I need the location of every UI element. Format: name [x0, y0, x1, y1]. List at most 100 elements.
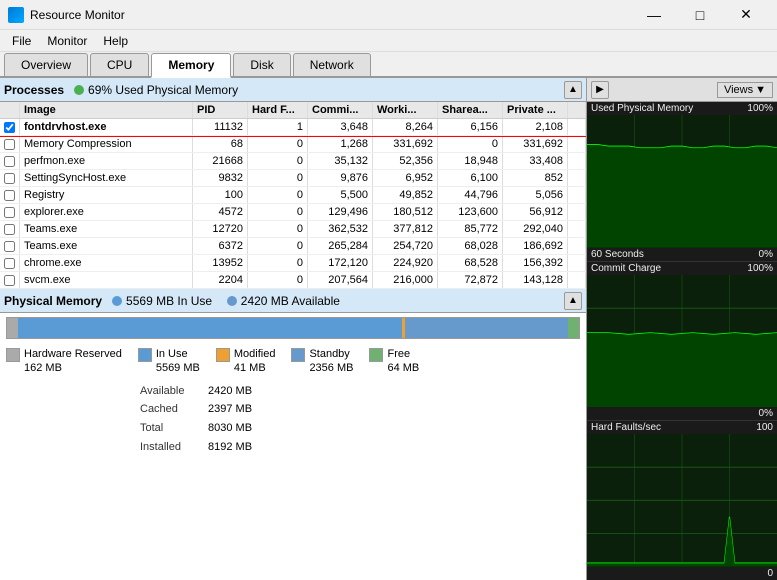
row-checkbox-6[interactable] [0, 221, 20, 237]
row-shared-1: 0 [438, 136, 503, 152]
col-image[interactable]: Image [20, 102, 193, 118]
legend-item-2: Modified41 MB [216, 347, 276, 376]
chart2-bottom-pct: 0% [759, 408, 773, 419]
table-row[interactable]: Memory Compression 68 0 1,268 331,692 0 … [0, 136, 586, 153]
row-commit-0: 3,648 [308, 119, 373, 135]
memory-legend: Hardware Reserved162 MB In Use5569 MB Mo… [0, 343, 586, 378]
status-dot-green [74, 85, 84, 95]
inuse-text: 5569 MB In Use [126, 294, 212, 308]
close-button[interactable]: ✕ [723, 0, 769, 30]
row-hardf-2: 0 [248, 153, 308, 169]
row-scroll-8 [568, 255, 586, 271]
row-checkbox-7[interactable] [0, 238, 20, 254]
row-working-5: 180,512 [373, 204, 438, 220]
chart3-bottom-row: 0 [587, 567, 777, 580]
menu-monitor[interactable]: Monitor [39, 32, 95, 50]
table-row[interactable]: perfmon.exe 21668 0 35,132 52,356 18,948… [0, 153, 586, 170]
legend-text-2: Modified41 MB [234, 347, 276, 376]
col-working[interactable]: Worki... [373, 102, 438, 118]
row-shared-4: 44,796 [438, 187, 503, 203]
row-checkbox-5[interactable] [0, 204, 20, 220]
col-private[interactable]: Private ... [503, 102, 568, 118]
legend-color-0 [6, 348, 20, 362]
row-scroll-2 [568, 153, 586, 169]
chart1-seconds: 60 Seconds [591, 249, 644, 260]
row-hardf-3: 0 [248, 170, 308, 186]
row-checkbox-2[interactable] [0, 153, 20, 169]
tab-disk[interactable]: Disk [233, 53, 290, 76]
table-row[interactable]: SettingSyncHost.exe 9832 0 9,876 6,952 6… [0, 170, 586, 187]
row-image-9: svcm.exe [20, 272, 193, 288]
row-commit-8: 172,120 [308, 255, 373, 271]
col-shared[interactable]: Sharea... [438, 102, 503, 118]
tab-memory[interactable]: Memory [151, 53, 231, 78]
chart1-top-pct: 100% [747, 103, 773, 114]
tab-overview[interactable]: Overview [4, 53, 88, 76]
physical-memory-collapse-button[interactable]: ▲ [564, 292, 582, 310]
charts-collapse-button[interactable]: ▶ [591, 81, 609, 99]
tab-bar: Overview CPU Memory Disk Network [0, 52, 777, 78]
row-checkbox-8[interactable] [0, 255, 20, 271]
row-scroll-9 [568, 272, 586, 288]
chart2-top-pct: 100% [747, 263, 773, 274]
physical-memory-title: Physical Memory [4, 294, 102, 308]
menu-help[interactable]: Help [95, 32, 136, 50]
row-commit-4: 5,500 [308, 187, 373, 203]
legend-text-0: Hardware Reserved162 MB [24, 347, 122, 376]
title-bar: Resource Monitor — □ ✕ [0, 0, 777, 30]
table-row[interactable]: svcm.exe 2204 0 207,564 216,000 72,872 1… [0, 272, 586, 289]
table-row[interactable]: Teams.exe 6372 0 265,284 254,720 68,028 … [0, 238, 586, 255]
stat-value-0: 2420 MB [208, 382, 252, 401]
table-row[interactable]: Teams.exe 12720 0 362,532 377,812 85,772… [0, 221, 586, 238]
row-scroll-7 [568, 238, 586, 254]
minimize-button[interactable]: — [631, 0, 677, 30]
row-working-1: 331,692 [373, 136, 438, 152]
row-private-5: 56,912 [503, 204, 568, 220]
row-private-6: 292,040 [503, 221, 568, 237]
main-content: Processes 69% Used Physical Memory ▲ Ima… [0, 78, 777, 580]
row-checkbox-0[interactable] [0, 119, 20, 135]
row-checkbox-4[interactable] [0, 187, 20, 203]
table-row[interactable]: chrome.exe 13952 0 172,120 224,920 68,52… [0, 255, 586, 272]
processes-collapse-button[interactable]: ▲ [564, 81, 582, 99]
table-row[interactable]: Registry 100 0 5,500 49,852 44,796 5,056 [0, 187, 586, 204]
row-pid-7: 6372 [193, 238, 248, 254]
tab-network[interactable]: Network [293, 53, 371, 76]
views-button[interactable]: Views ▼ [717, 82, 773, 98]
stat-row-3: Installed 8192 MB [140, 438, 580, 457]
legend-item-0: Hardware Reserved162 MB [6, 347, 122, 376]
legend-color-2 [216, 348, 230, 362]
row-pid-5: 4572 [193, 204, 248, 220]
available-text: 2420 MB Available [241, 294, 340, 308]
table-row[interactable]: explorer.exe 4572 0 129,496 180,512 123,… [0, 204, 586, 221]
col-commit[interactable]: Commi... [308, 102, 373, 118]
row-checkbox-9[interactable] [0, 272, 20, 288]
stat-value-1: 2397 MB [208, 400, 252, 419]
menu-file[interactable]: File [4, 32, 39, 50]
col-hardf[interactable]: Hard F... [248, 102, 308, 118]
row-hardf-9: 0 [248, 272, 308, 288]
row-private-3: 852 [503, 170, 568, 186]
processes-status-text: 69% Used Physical Memory [88, 83, 238, 97]
stat-label-2: Total [140, 419, 200, 438]
row-hardf-5: 0 [248, 204, 308, 220]
memory-bar [6, 317, 580, 339]
row-pid-4: 100 [193, 187, 248, 203]
tab-cpu[interactable]: CPU [90, 53, 149, 76]
row-image-2: perfmon.exe [20, 153, 193, 169]
col-pid[interactable]: PID [193, 102, 248, 118]
memory-stats: Available 2420 MB Cached 2397 MB Total 8… [0, 378, 586, 461]
row-checkbox-3[interactable] [0, 170, 20, 186]
stat-row-0: Available 2420 MB [140, 382, 580, 401]
right-panel: ▶ Views ▼ Used Physical Memory 100% [587, 78, 777, 580]
row-checkbox-1[interactable] [0, 136, 20, 152]
bar-inuse [18, 318, 401, 338]
maximize-button[interactable]: □ [677, 0, 723, 30]
row-image-5: explorer.exe [20, 204, 193, 220]
chart3-title-row: Hard Faults/sec 100 [587, 421, 777, 434]
row-image-7: Teams.exe [20, 238, 193, 254]
stat-row-1: Cached 2397 MB [140, 400, 580, 419]
window-controls: — □ ✕ [631, 0, 769, 30]
table-row[interactable]: fontdrvhost.exe 11132 1 3,648 8,264 6,15… [0, 119, 586, 136]
row-working-0: 8,264 [373, 119, 438, 135]
